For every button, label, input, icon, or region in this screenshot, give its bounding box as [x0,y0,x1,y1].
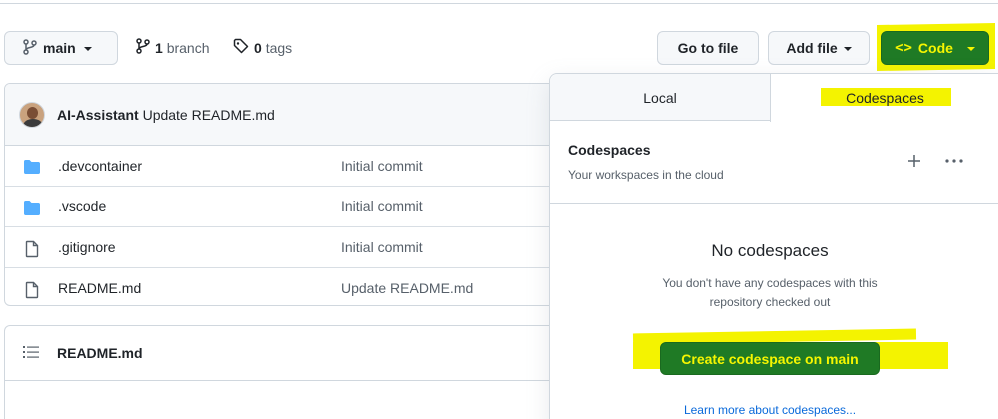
create-codespace-button[interactable]: Create codespace on main [660,342,880,375]
readme-panel: README.md [4,325,604,419]
list-icon[interactable] [23,345,39,362]
code-button-label: Code [917,40,953,56]
branch-count-label: branch [166,39,210,56]
tab-codespaces-label: Codespaces [846,90,924,106]
table-row: .devcontainer Initial commit [5,146,603,187]
code-button[interactable]: <> Code [881,31,989,65]
tag-count: 0 [254,39,262,56]
table-row: .vscode Initial commit [5,187,603,227]
branch-count: 1 [155,39,163,56]
tags-link[interactable]: 0 tags [233,38,292,57]
empty-state-description: You don't have any codespaces with this … [662,276,878,309]
file-name[interactable]: .vscode [58,198,106,214]
kebab-horizontal-icon[interactable] [940,150,968,172]
branch-name: main [43,40,76,56]
add-file-label: Add file [786,40,838,56]
tag-icon [233,38,249,57]
git-branch-icon [136,38,150,57]
code-panel-tabs: Local Codespaces [550,74,998,122]
codespaces-subtitle: Your workspaces in the cloud [568,168,724,182]
codespaces-header: Codespaces Your workspaces in the cloud [550,122,998,204]
avatar[interactable] [19,101,45,128]
add-file-button[interactable]: Add file [768,31,870,65]
file-name[interactable]: .gitignore [58,239,116,255]
file-commit-message[interactable]: Update README.md [341,280,473,296]
code-dropdown-panel: Local Codespaces Codespaces Your workspa… [549,73,998,419]
tab-local[interactable]: Local [550,74,770,122]
git-branch-icon [23,38,37,58]
top-divider [0,3,998,4]
chevron-down-icon [83,47,92,51]
file-name[interactable]: README.md [58,280,141,296]
file-commit-message[interactable]: Initial commit [341,158,423,174]
file-commit-message[interactable]: Initial commit [341,239,423,255]
go-to-file-button[interactable]: Go to file [657,31,759,65]
code-icon: <> [895,40,912,56]
codespaces-title: Codespaces [568,142,651,158]
branches-link[interactable]: 1 branch [136,38,210,57]
file-icon [23,281,41,298]
file-commit-message[interactable]: Initial commit [341,198,423,214]
tag-count-label: tags [265,39,293,56]
readme-title[interactable]: README.md [57,345,143,361]
table-row: README.md Update README.md [5,268,603,306]
readme-header: README.md [5,326,603,381]
folder-icon [23,200,41,216]
file-name[interactable]: .devcontainer [58,158,142,174]
chevron-down-icon [843,47,852,51]
empty-state-title: No codespaces [711,241,829,260]
file-icon [23,240,41,258]
chevron-down-icon [966,47,975,51]
file-list: AI-Assistant Update README.md .devcontai… [4,83,604,306]
commit-author[interactable]: AI-Assistant [57,107,139,123]
table-row: .gitignore Initial commit [5,227,603,268]
learn-more-link[interactable]: Learn more about codespaces... [550,403,990,417]
folder-icon [23,159,41,175]
plus-icon[interactable] [900,150,928,172]
latest-commit-row: AI-Assistant Update README.md [5,84,603,146]
branch-select-button[interactable]: main [4,31,118,65]
commit-message[interactable]: Update README.md [143,107,275,123]
tab-codespaces[interactable]: Codespaces [770,74,998,122]
